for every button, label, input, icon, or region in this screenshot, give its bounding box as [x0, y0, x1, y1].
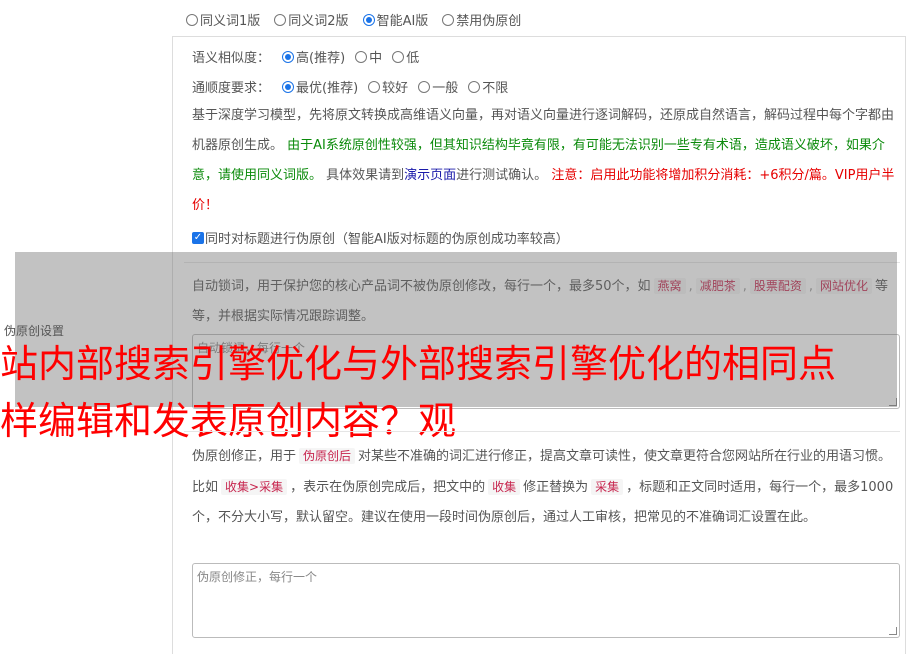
fluency-option-normal[interactable]: 一般 [418, 77, 458, 96]
similarity-row: 语义相似度： 高(推荐) 中 低 [192, 47, 419, 66]
similarity-label: 语义相似度： [192, 51, 271, 66]
title-checkbox-label: 同时对标题进行伪原创（智能AI版对标题的伪原创成功率较高） [205, 232, 569, 247]
title-checkbox-row[interactable]: ✓ 同时对标题进行伪原创（智能AI版对标题的伪原创成功率较高） [192, 228, 569, 247]
radio-icon[interactable] [468, 80, 481, 93]
code-tag: 采集 [591, 479, 624, 495]
radio-icon[interactable] [274, 13, 287, 26]
mode-option-synonym1[interactable]: 同义词1版 [186, 10, 260, 29]
radio-icon[interactable] [418, 80, 431, 93]
fluency-option-best[interactable]: 最优(推荐) [282, 77, 358, 96]
fluency-row: 通顺度要求： 最优(推荐) 较好 一般 不限 [192, 77, 508, 96]
similarity-option-mid[interactable]: 中 [355, 47, 382, 66]
radio-icon[interactable] [355, 50, 368, 63]
similarity-option-high[interactable]: 高(推荐) [282, 47, 345, 66]
fluency-label: 通顺度要求： [192, 81, 271, 96]
code-tag: 收集>采集 [221, 479, 288, 495]
correction-textarea[interactable]: 伪原创修正，每行一个 [192, 563, 900, 638]
radio-icon[interactable] [186, 13, 198, 26]
fluency-option-any[interactable]: 不限 [468, 77, 508, 96]
radio-checked-icon[interactable] [282, 80, 295, 93]
banner-line-2: 样编辑和发表原创内容？观 [0, 399, 457, 443]
ai-description: 基于深度学习模型，先将原文转换成高维语义向量，再对语义向量进行逐词解码，还原成自… [192, 108, 895, 213]
mode-option-disable[interactable]: 禁用伪原创 [442, 10, 521, 29]
similarity-option-low[interactable]: 低 [392, 47, 419, 66]
mode-radio-group: 同义词1版 同义词2版 智能AI版 禁用伪原创 [186, 10, 521, 29]
radio-icon[interactable] [442, 13, 455, 26]
radio-icon[interactable] [392, 50, 405, 63]
correction-description: 伪原创修正，用于 伪原创后 对某些不准确的词汇进行修正，提高文章可读性，使文章更符合… [192, 448, 894, 525]
radio-checked-icon[interactable] [282, 50, 295, 63]
code-tag: 伪原创后 [299, 448, 356, 464]
code-tag: 收集 [488, 479, 521, 495]
mode-option-ai[interactable]: 智能AI版 [362, 10, 428, 29]
demo-page-link[interactable]: 演示页面 [404, 168, 456, 183]
fluency-option-good[interactable]: 较好 [368, 77, 408, 96]
resize-handle-icon[interactable] [889, 627, 897, 635]
divider [184, 431, 900, 432]
radio-icon[interactable] [368, 80, 381, 93]
radio-checked-icon[interactable] [362, 13, 375, 26]
checkbox-checked-icon[interactable]: ✓ [192, 231, 204, 244]
mode-option-synonym2[interactable]: 同义词2版 [274, 10, 349, 29]
banner-line-1: 站内部搜索引擎优化与外部搜索引擎优化的相同点 [0, 342, 837, 386]
